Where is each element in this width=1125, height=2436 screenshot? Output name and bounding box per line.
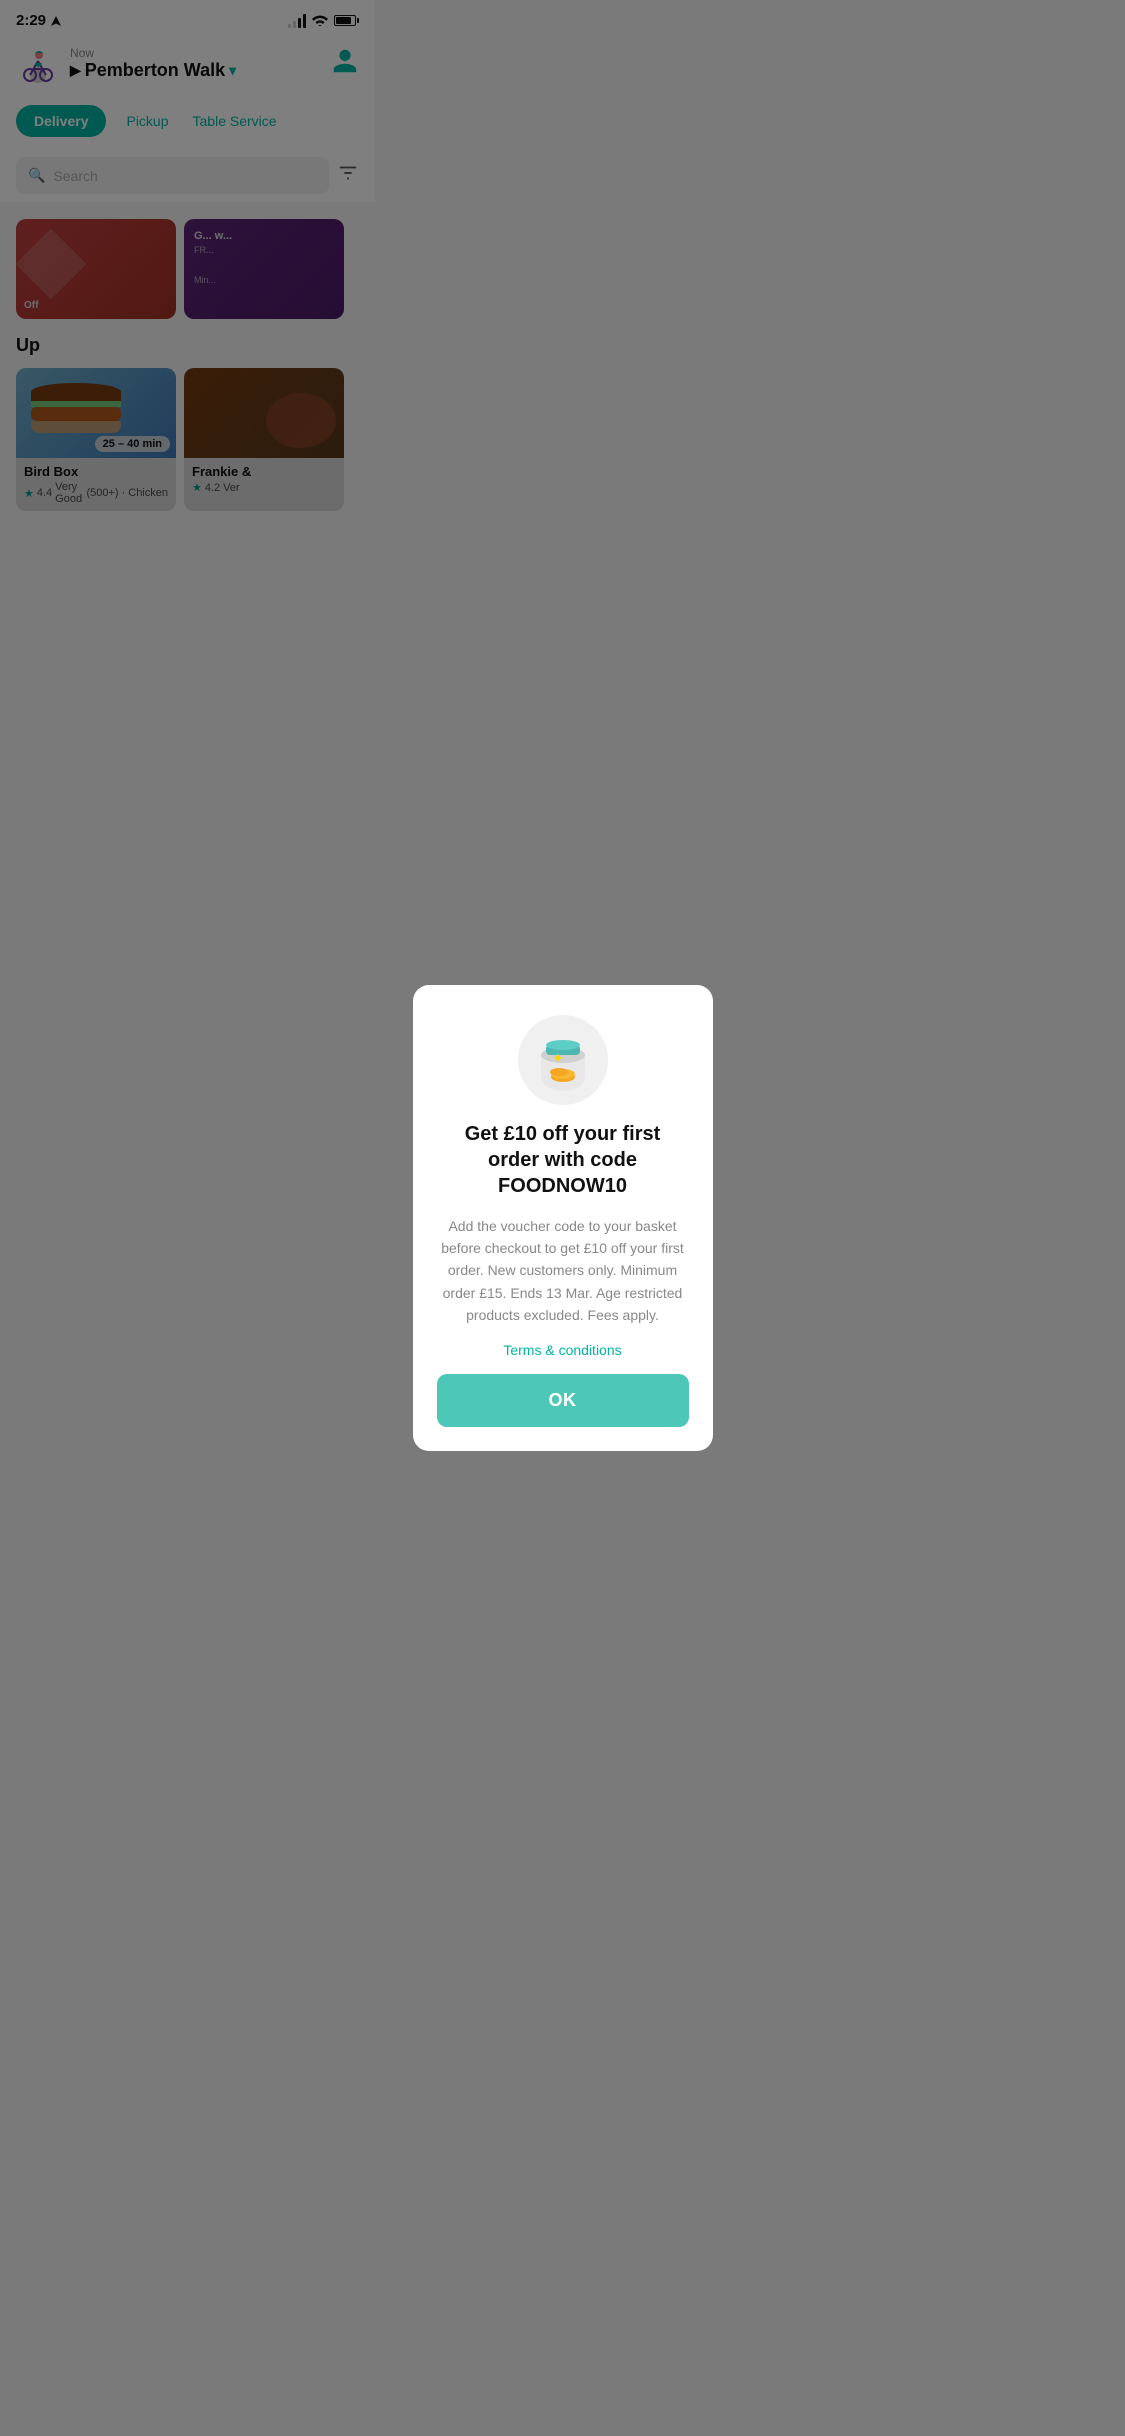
modal-overlay[interactable]: ✦ Get £10 off your first order with code… bbox=[0, 0, 1125, 2436]
modal-dialog: ✦ Get £10 off your first order with code… bbox=[413, 985, 713, 1452]
modal-title: Get £10 off your first order with code F… bbox=[437, 1121, 689, 1199]
modal-terms-link[interactable]: Terms & conditions bbox=[503, 1342, 621, 1358]
svg-text:✦: ✦ bbox=[552, 1050, 564, 1066]
modal-icon: ✦ bbox=[518, 1015, 608, 1105]
modal-description: Add the voucher code to your basket befo… bbox=[437, 1215, 689, 1327]
modal-ok-button[interactable]: OK bbox=[437, 1374, 689, 1427]
voucher-jar-icon: ✦ bbox=[528, 1025, 598, 1095]
